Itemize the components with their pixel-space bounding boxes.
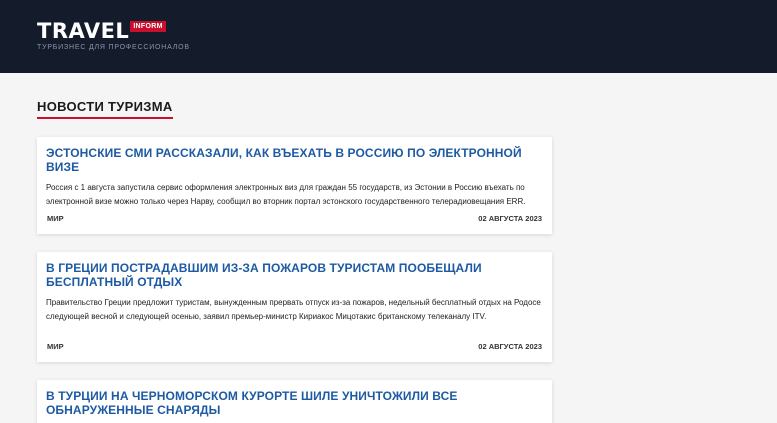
news-meta: МИР 02 АВГУСТА 2023 bbox=[47, 342, 542, 351]
news-title-link[interactable]: Эстонские СМИ рассказали, как въехать в … bbox=[46, 146, 543, 174]
site-header: TRAVEL INFORM Турбизнес для профессионал… bbox=[0, 0, 777, 73]
news-card: В Греции пострадавшим из-за пожаров тури… bbox=[37, 252, 552, 362]
news-category-link[interactable]: МИР bbox=[47, 342, 64, 351]
news-title-link[interactable]: В Турции на черноморском курорте Шиле ун… bbox=[46, 389, 543, 417]
site-tagline: Турбизнес для профессионалов bbox=[37, 44, 190, 51]
news-title-link[interactable]: В Греции пострадавшим из-за пожаров тури… bbox=[46, 261, 543, 289]
news-date: 02 АВГУСТА 2023 bbox=[478, 214, 542, 223]
logo-badge: INFORM bbox=[130, 21, 166, 32]
news-excerpt: Правительство Греции предложит туристам,… bbox=[46, 298, 541, 321]
news-card: Эстонские СМИ рассказали, как въехать в … bbox=[37, 137, 552, 234]
news-card: В Турции на черноморском курорте Шиле ун… bbox=[37, 380, 552, 423]
site-logo[interactable]: TRAVEL INFORM bbox=[37, 19, 166, 43]
news-category-link[interactable]: МИР bbox=[47, 214, 64, 223]
news-meta: МИР 02 АВГУСТА 2023 bbox=[47, 214, 542, 223]
section-title: НОВОСТИ ТУРИЗМА bbox=[37, 99, 173, 119]
news-excerpt: Россия с 1 августа запустила сервис офор… bbox=[46, 183, 526, 206]
news-date: 02 АВГУСТА 2023 bbox=[478, 342, 542, 351]
logo-text: TRAVEL bbox=[37, 19, 130, 43]
